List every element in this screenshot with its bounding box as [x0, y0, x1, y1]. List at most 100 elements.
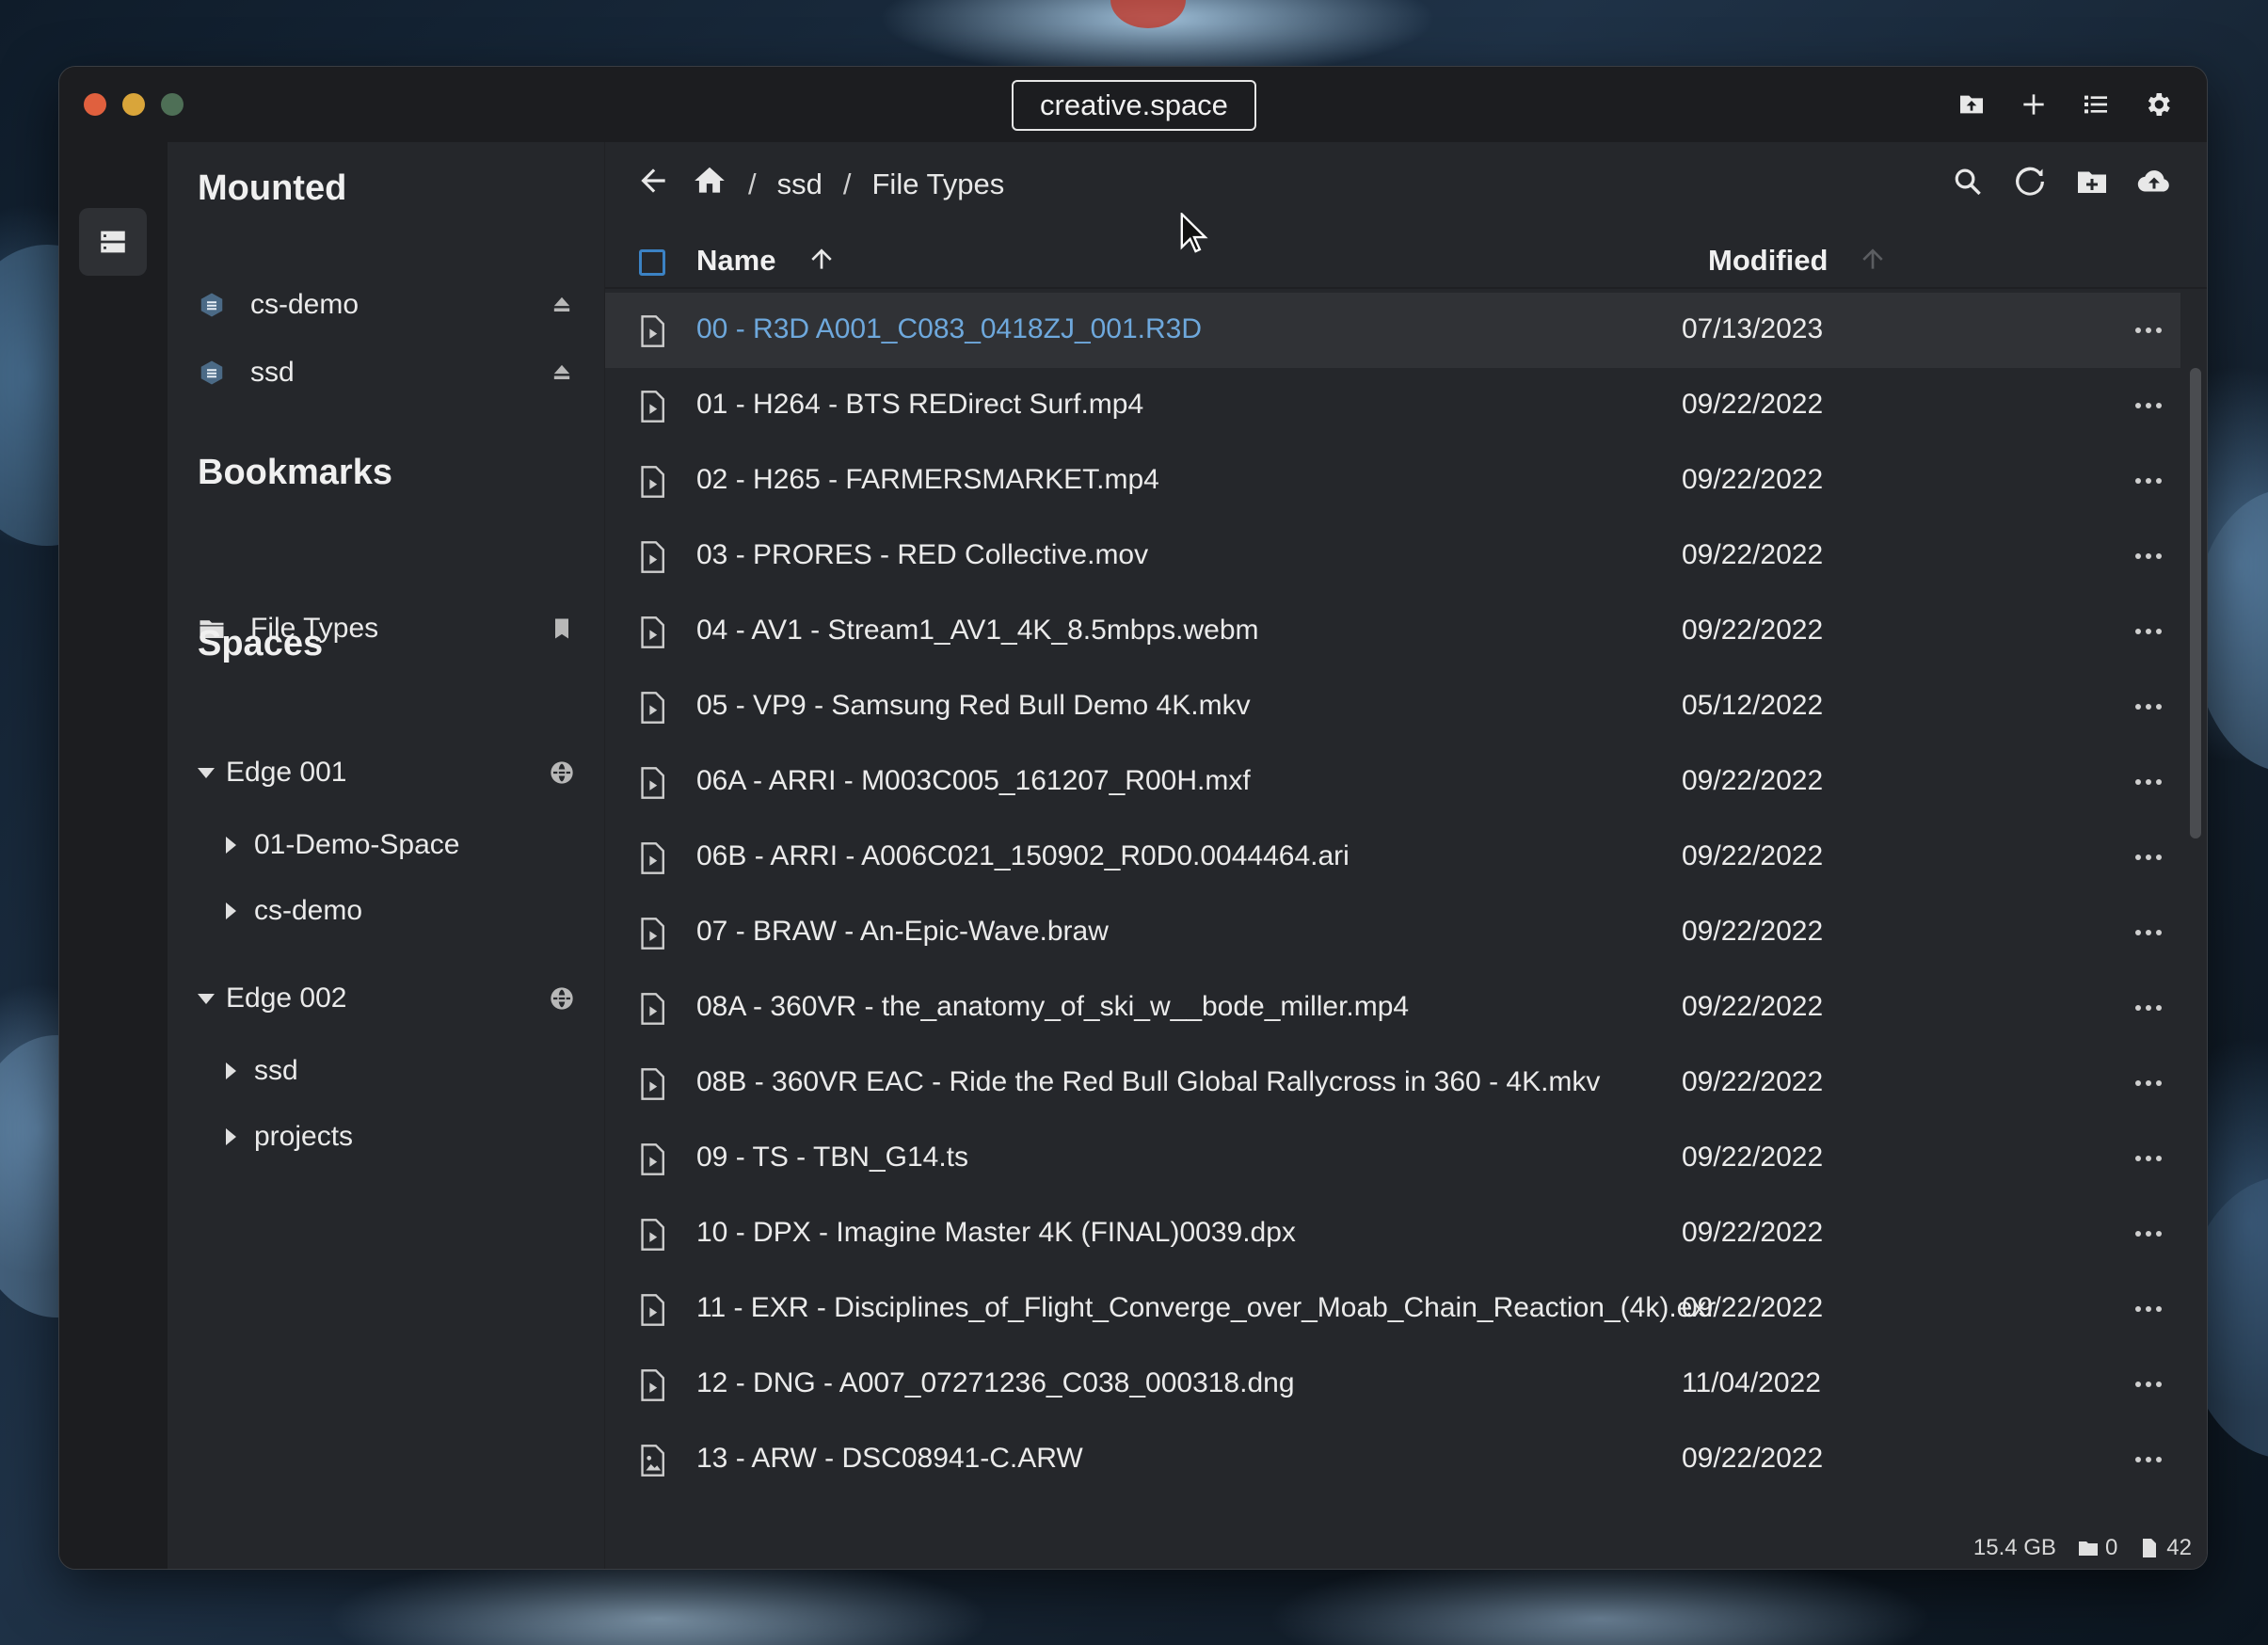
video-file-icon	[637, 692, 667, 724]
space-item-edge-002[interactable]: Edge 002	[198, 973, 578, 1024]
video-file-icon	[637, 541, 667, 573]
file-row[interactable]: 08B - 360VR EAC - Ride the Red Bull Glob…	[605, 1046, 2180, 1121]
caret-right-icon[interactable]	[226, 1062, 254, 1079]
bookmark-icon[interactable]	[546, 615, 578, 642]
mounted-item-ssd[interactable]: ssd	[198, 347, 578, 398]
file-row[interactable]: 11 - EXR - Disciplines_of_Flight_Converg…	[605, 1271, 2180, 1347]
more-options-icon[interactable]	[2130, 1143, 2167, 1174]
file-row[interactable]: 06B - ARRI - A006C021_150902_R0D0.004446…	[605, 820, 2180, 895]
sort-inactive-icon[interactable]	[1858, 244, 1888, 274]
modified-column-header[interactable]: Modified	[1708, 244, 1828, 278]
more-options-icon[interactable]	[2130, 692, 2167, 722]
file-name[interactable]: 01 - H264 - BTS REDirect Surf.mp4	[696, 389, 1143, 421]
video-file-icon	[637, 315, 667, 347]
space-child-01-demo-space[interactable]: 01-Demo-Space	[226, 820, 578, 870]
sidebar: Mounted cs-demo ssd Bookmarks File Types…	[168, 142, 605, 1569]
storage-rail-button[interactable]	[79, 208, 147, 276]
globe-icon[interactable]	[546, 759, 578, 786]
file-name[interactable]: 03 - PRORES - RED Collective.mov	[696, 539, 1148, 571]
file-row[interactable]: 03 - PRORES - RED Collective.mov 09/22/20…	[605, 519, 2180, 594]
toolbar-actions	[1949, 163, 2173, 200]
more-options-icon[interactable]	[2130, 616, 2167, 647]
sort-ascending-icon[interactable]	[807, 244, 837, 274]
mounted-item-cs-demo[interactable]: cs-demo	[198, 279, 578, 330]
more-options-icon[interactable]	[2130, 1219, 2167, 1249]
file-row[interactable]: 01 - H264 - BTS REDirect Surf.mp4 09/22/2…	[605, 368, 2180, 443]
caret-right-icon[interactable]	[226, 902, 254, 919]
file-modified: 09/22/2022	[1682, 615, 1824, 646]
file-name[interactable]: 04 - AV1 - Stream1_AV1_4K_8.5mbps.webm	[696, 615, 1259, 647]
list-icon[interactable]	[2077, 86, 2115, 123]
file-name[interactable]: 08A - 360VR - the_anatomy_of_ski_w__bode…	[696, 991, 1409, 1023]
video-file-icon	[637, 391, 667, 423]
close-window-button[interactable]	[84, 93, 106, 116]
more-options-icon[interactable]	[2130, 1369, 2167, 1399]
plus-icon[interactable]	[2015, 86, 2052, 123]
file-row[interactable]: 08A - 360VR - the_anatomy_of_ski_w__bode…	[605, 970, 2180, 1046]
refresh-icon[interactable]	[2011, 163, 2049, 200]
file-modified: 09/22/2022	[1682, 464, 1824, 495]
file-modified: 09/22/2022	[1682, 1443, 1824, 1474]
more-options-icon[interactable]	[2130, 993, 2167, 1023]
more-options-icon[interactable]	[2130, 1445, 2167, 1475]
caret-down-icon[interactable]	[198, 767, 226, 778]
file-name[interactable]: 08B - 360VR EAC - Ride the Red Bull Glob…	[696, 1066, 1600, 1098]
more-options-icon[interactable]	[2130, 315, 2167, 345]
file-name[interactable]: 11 - EXR - Disciplines_of_Flight_Converg…	[696, 1292, 1716, 1324]
more-options-icon[interactable]	[2130, 1068, 2167, 1098]
file-name[interactable]: 00 - R3D A001_C083_0418ZJ_001.R3D	[696, 313, 1202, 345]
file-name[interactable]: 13 - ARW - DSC08941-C.ARW	[696, 1443, 1083, 1475]
file-row[interactable]: 12 - DNG - A007_07271236_C038_000318.dng…	[605, 1347, 2180, 1422]
minimize-window-button[interactable]	[122, 93, 145, 116]
file-name[interactable]: 05 - VP9 - Samsung Red Bull Demo 4K.mkv	[696, 690, 1251, 722]
space-item-label: Edge 001	[226, 757, 347, 788]
file-row[interactable]: 07 - BRAW - An-Epic-Wave.braw 09/22/2022	[605, 895, 2180, 970]
more-options-icon[interactable]	[2130, 391, 2167, 421]
more-options-icon[interactable]	[2130, 466, 2167, 496]
new-folder-icon[interactable]	[2073, 163, 2111, 200]
globe-icon[interactable]	[546, 985, 578, 1012]
more-options-icon[interactable]	[2130, 1294, 2167, 1324]
file-name[interactable]: 06A - ARRI - M003C005_161207_R00H.mxf	[696, 765, 1251, 797]
more-options-icon[interactable]	[2130, 541, 2167, 571]
home-icon[interactable]	[692, 163, 727, 206]
search-icon[interactable]	[1949, 163, 1987, 200]
file-row[interactable]: 04 - AV1 - Stream1_AV1_4K_8.5mbps.webm 09…	[605, 594, 2180, 669]
name-column-header[interactable]: Name	[696, 244, 775, 278]
space-child-ssd[interactable]: ssd	[226, 1046, 578, 1096]
more-options-icon[interactable]	[2130, 842, 2167, 872]
file-row[interactable]: 02 - H265 - FARMERSMARKET.mp4 09/22/2022	[605, 443, 2180, 519]
breadcrumb-item-ssd[interactable]: ssd	[777, 168, 823, 201]
file-name[interactable]: 09 - TS - TBN_G14.ts	[696, 1142, 968, 1174]
file-name[interactable]: 12 - DNG - A007_07271236_C038_000318.dng	[696, 1367, 1295, 1399]
select-all-checkbox[interactable]	[639, 249, 665, 276]
back-arrow-icon[interactable]	[635, 163, 671, 206]
file-name[interactable]: 10 - DPX - Imagine Master 4K (FINAL)0039…	[696, 1217, 1296, 1249]
more-options-icon[interactable]	[2130, 918, 2167, 948]
upload-folder-icon[interactable]	[1953, 86, 1990, 123]
file-row[interactable]: 00 - R3D A001_C083_0418ZJ_001.R3D 07/13/2…	[605, 293, 2180, 368]
file-row[interactable]: 05 - VP9 - Samsung Red Bull Demo 4K.mkv 0…	[605, 669, 2180, 744]
space-child-cs-demo[interactable]: cs-demo	[226, 886, 578, 936]
file-name[interactable]: 07 - BRAW - An-Epic-Wave.braw	[696, 916, 1109, 948]
eject-icon[interactable]	[546, 292, 578, 318]
space-item-edge-001[interactable]: Edge 001	[198, 747, 578, 798]
app-window: creative.space Mounted cs-demo ssd Bookm…	[58, 66, 2208, 1570]
caret-down-icon[interactable]	[198, 993, 226, 1004]
file-row[interactable]: 13 - ARW - DSC08941-C.ARW 09/22/2022	[605, 1422, 2180, 1497]
cloud-upload-icon[interactable]	[2135, 163, 2173, 200]
file-row[interactable]: 06A - ARRI - M003C005_161207_R00H.mxf 09/…	[605, 744, 2180, 820]
caret-right-icon[interactable]	[226, 1128, 254, 1145]
file-name[interactable]: 06B - ARRI - A006C021_150902_R0D0.004446…	[696, 840, 1350, 872]
more-options-icon[interactable]	[2130, 767, 2167, 797]
gear-icon[interactable]	[2139, 86, 2177, 123]
caret-right-icon[interactable]	[226, 837, 254, 854]
file-name[interactable]: 02 - H265 - FARMERSMARKET.mp4	[696, 464, 1159, 496]
space-child-projects[interactable]: projects	[226, 1111, 578, 1162]
eject-icon[interactable]	[546, 359, 578, 386]
file-row[interactable]: 09 - TS - TBN_G14.ts 09/22/2022	[605, 1121, 2180, 1196]
scrollbar-thumb[interactable]	[2190, 368, 2201, 838]
file-row[interactable]: 10 - DPX - Imagine Master 4K (FINAL)0039…	[605, 1196, 2180, 1271]
zoom-window-button[interactable]	[161, 93, 184, 116]
breadcrumb-item-file-types[interactable]: File Types	[872, 168, 1005, 201]
